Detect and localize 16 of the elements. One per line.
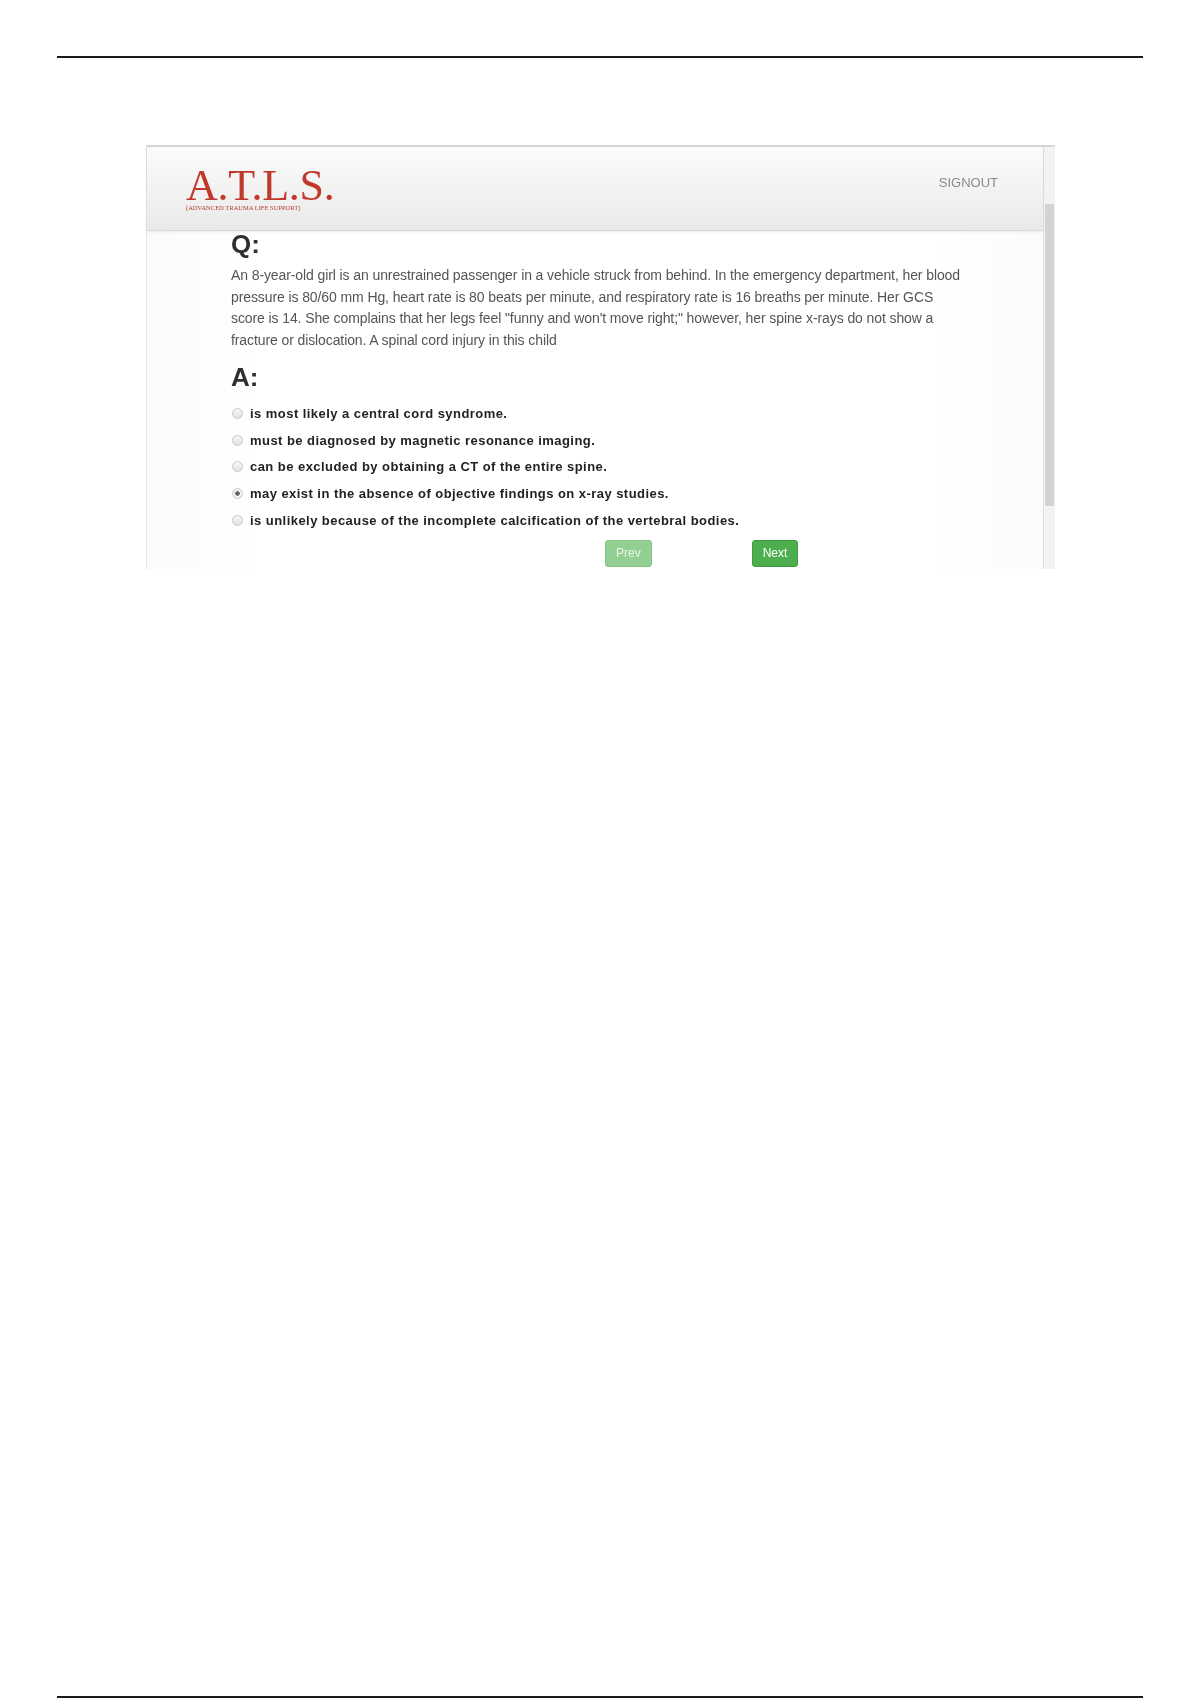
radio-button[interactable]: [232, 461, 243, 473]
answer-label: A:: [231, 363, 259, 390]
answer-option[interactable]: must be diagnosed by magnetic resonance imaging.: [250, 432, 596, 448]
radio-button[interactable]: [232, 434, 243, 446]
radio-button[interactable]: [232, 514, 243, 526]
answer-option[interactable]: is most likely a central cord syndrome.: [250, 405, 508, 421]
answer-option[interactable]: can be excluded by obtaining a CT of the entire spine.: [250, 459, 608, 475]
radio-button[interactable]: [232, 407, 243, 419]
radio-button[interactable]: [232, 488, 243, 500]
scrollbar-thumb[interactable]: [1045, 204, 1054, 506]
logo: A.T.L.S.: [186, 166, 335, 206]
answer-option[interactable]: is unlikely because of the incomplete calcification of the vertebral bodies.: [250, 512, 740, 528]
question-text: An 8-year-old girl is an unrestrained passenger in a vehicle struck from behind. In the emergency department, her blood pressure is 80/60 mm Hg, heart rate is 80 beats per minute, and respiratory rate is 16 breaths per minute. Her GCS score is 14. She complains that her legs feel "funny and won't move right;" however, her spine x-rays do not show a fracture or dislocation. A spinal cord injury in this child: [231, 266, 961, 351]
scrollbar[interactable]: [1043, 147, 1055, 569]
answer-option[interactable]: may exist in the absence of objective findings on x-ray studies.: [250, 486, 669, 502]
question-label: Q:: [231, 231, 260, 257]
